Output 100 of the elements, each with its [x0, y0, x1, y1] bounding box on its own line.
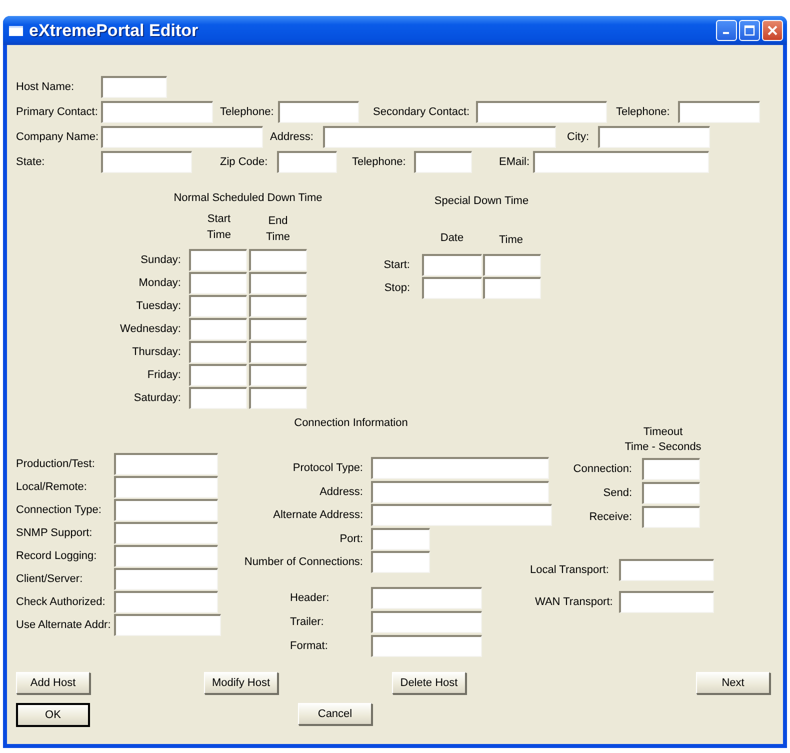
close-icon [767, 25, 778, 36]
field-label: Sunday: [140, 254, 181, 266]
field-label: Local/Remote: [16, 481, 88, 493]
text-field[interactable] [533, 151, 709, 173]
text-field[interactable] [189, 364, 247, 386]
text-field[interactable] [101, 151, 192, 173]
section-title: Normal Scheduled Down Time [173, 192, 323, 206]
text-field[interactable] [371, 635, 482, 657]
field-label: Use Alternate Addr: [16, 619, 112, 631]
field-label: SNMP Support: [16, 527, 94, 539]
field-label: Receive: [588, 511, 632, 523]
field-label: Send: [602, 487, 632, 499]
text-field[interactable] [114, 476, 218, 498]
field-label: Host Name: [16, 81, 76, 93]
text-field[interactable] [101, 76, 167, 98]
text-field[interactable] [422, 276, 482, 298]
text-field[interactable] [189, 318, 247, 340]
text-field[interactable] [249, 340, 307, 362]
text-field[interactable] [598, 126, 710, 148]
field-label: Stop: [383, 282, 410, 294]
field-label: EMail: [499, 156, 531, 168]
dialog-button[interactable]: Delete Host [392, 672, 466, 694]
text-field[interactable] [371, 528, 430, 550]
text-field[interactable] [642, 482, 700, 504]
text-field[interactable] [101, 126, 263, 148]
text-field[interactable] [114, 453, 218, 475]
text-field[interactable] [414, 151, 472, 173]
field-label: Record Logging: [16, 550, 98, 562]
text-field[interactable] [371, 551, 430, 573]
field-label: Check Authorized: [16, 596, 106, 608]
text-field[interactable] [189, 340, 247, 362]
field-label: Friday: [146, 368, 181, 380]
text-field[interactable] [619, 559, 714, 581]
close-button[interactable] [762, 20, 783, 41]
text-field[interactable] [189, 386, 247, 408]
text-field[interactable] [642, 458, 700, 480]
field-label: Header: [289, 592, 330, 604]
column-header: Date [440, 231, 464, 244]
dialog-button[interactable]: Modify Host [204, 672, 278, 694]
text-field[interactable] [249, 272, 307, 294]
text-field[interactable] [619, 591, 714, 613]
field-label: Saturday: [132, 392, 181, 404]
field-label: Format: [289, 640, 329, 652]
text-field[interactable] [483, 276, 541, 298]
field-label: Telephone: [616, 106, 671, 118]
text-field[interactable] [189, 248, 247, 270]
text-field[interactable] [114, 614, 221, 636]
text-field[interactable] [278, 101, 359, 123]
text-field[interactable] [323, 126, 556, 148]
text-field[interactable] [642, 506, 700, 528]
text-field[interactable] [422, 254, 482, 276]
column-header: Time [498, 233, 524, 244]
field-label: Production/Test: [16, 458, 96, 470]
dialog-button[interactable]: Cancel [298, 703, 372, 725]
text-field[interactable] [189, 294, 247, 316]
field-label: Primary Contact: [16, 106, 99, 118]
text-field[interactable] [371, 481, 549, 503]
field-label: Address: [270, 131, 314, 143]
text-field[interactable] [371, 611, 482, 633]
field-label: City: [567, 131, 590, 143]
text-field[interactable] [114, 568, 218, 590]
field-label: Alternate Address: [272, 509, 363, 521]
text-field[interactable] [249, 294, 307, 316]
maximize-button[interactable] [739, 20, 760, 41]
text-field[interactable] [249, 364, 307, 386]
text-field[interactable] [476, 101, 607, 123]
text-field[interactable] [101, 101, 213, 123]
minimize-button[interactable] [716, 20, 737, 41]
text-field[interactable] [114, 522, 218, 544]
column-header: Start Time [206, 212, 232, 241]
text-field[interactable] [371, 457, 549, 479]
field-label: Telephone: [220, 106, 275, 118]
field-label: Connection: [572, 463, 632, 475]
text-field[interactable] [249, 248, 307, 270]
text-field[interactable] [114, 591, 218, 613]
text-field[interactable] [114, 499, 218, 521]
field-label: Company Name: [16, 131, 100, 143]
field-label: Client/Server: [16, 573, 84, 585]
field-label: Protocol Type: [292, 462, 363, 474]
text-field[interactable] [249, 318, 307, 340]
field-label: WAN Transport: [534, 596, 614, 608]
field-label: Zip Code: [220, 156, 269, 168]
text-field[interactable] [114, 545, 218, 567]
section-title: Special Down Time [433, 195, 530, 209]
field-label: Telephone: [352, 156, 407, 168]
text-field[interactable] [249, 386, 307, 408]
text-field[interactable] [678, 101, 760, 123]
dialog-button[interactable]: Next [696, 672, 770, 694]
field-label: State: [16, 156, 46, 168]
text-field[interactable] [371, 587, 482, 609]
column-header: End Time [264, 214, 292, 241]
section-title: Timeout Time - Seconds [624, 425, 702, 455]
text-field[interactable] [277, 151, 337, 173]
text-field[interactable] [371, 504, 552, 526]
text-field[interactable] [189, 272, 247, 294]
text-field[interactable] [483, 254, 541, 276]
window-icon [9, 26, 23, 36]
dialog-button[interactable]: OK [16, 703, 90, 727]
field-label: Local Transport: [529, 564, 610, 576]
dialog-button[interactable]: Add Host [16, 672, 90, 694]
